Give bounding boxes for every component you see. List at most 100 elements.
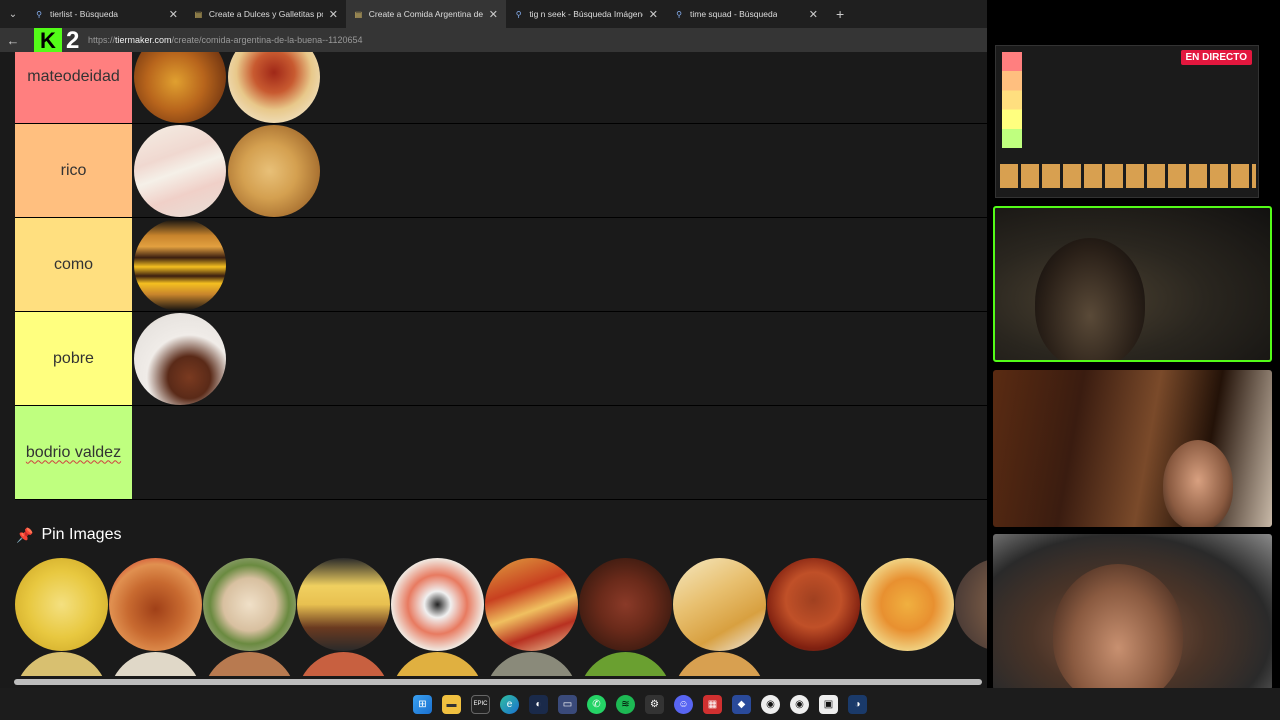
discord-icon[interactable]: ☺ <box>674 694 693 714</box>
kick-k-icon: K <box>34 28 62 54</box>
food-lasagna-image[interactable] <box>485 558 578 651</box>
webcam-1 <box>993 206 1272 362</box>
tab-title: time squad - Búsqueda <box>690 9 778 19</box>
tier-row: mateodeidad <box>15 52 987 124</box>
tab-tierlist[interactable]: ⚲ tierlist - Búsqueda ✕ <box>26 0 186 28</box>
horizontal-scrollbar[interactable] <box>0 676 987 688</box>
tier-label[interactable]: mateodeidad <box>15 52 132 123</box>
vscode-icon[interactable]: ◆ <box>732 694 751 714</box>
remote-desktop-icon[interactable]: ▭ <box>558 694 577 714</box>
food-asado-image[interactable] <box>579 558 672 651</box>
food-spaghetti-image[interactable] <box>228 52 320 123</box>
pin-images-title: Pin Images <box>41 526 122 543</box>
webcam-person <box>1163 440 1233 527</box>
tier-label[interactable]: como <box>15 218 132 311</box>
food-pool-image[interactable] <box>485 652 578 676</box>
search-icon: ⚲ <box>36 9 42 19</box>
tab-dulces[interactable]: ▤ Create a Dulces y Galletitas popul ✕ <box>186 0 346 28</box>
food-empanadas-image[interactable] <box>228 124 320 217</box>
github-desktop-icon[interactable]: ◉ <box>790 694 809 714</box>
food-albondigas-image[interactable] <box>134 312 226 405</box>
tab-title: Create a Comida Argentina de la b <box>368 9 483 19</box>
edge-icon[interactable]: e <box>500 694 519 714</box>
new-tab-icon[interactable]: + <box>826 6 854 22</box>
food-tallarines-image[interactable] <box>15 558 108 651</box>
food-milanesa-image[interactable] <box>673 558 766 651</box>
food-pool-image[interactable] <box>297 652 390 676</box>
pin-icon[interactable]: 📌 <box>16 527 33 544</box>
food-pool-image[interactable] <box>203 652 296 676</box>
tier-label[interactable]: bodrio valdez <box>15 406 132 499</box>
tiermaker-page: mateodeidad rico como pobre bodrio valde… <box>0 52 987 676</box>
tier-row: rico <box>15 124 987 218</box>
store-icon[interactable]: ▦ <box>703 694 722 714</box>
tier-label[interactable]: pobre <box>15 312 132 405</box>
food-pool-image[interactable] <box>109 652 202 676</box>
food-pastel-de-papa-image[interactable] <box>297 558 390 651</box>
tab-title: Create a Dulces y Galletitas popul <box>208 9 323 19</box>
tiermaker-icon: ▤ <box>354 9 363 19</box>
food-noquis-image[interactable] <box>861 558 954 651</box>
preview-tier-list <box>1002 52 1022 148</box>
windows-taskbar: ⊞ ▬ EPIC e ◐ ▭ ✆ ≋ ⚙ ☺ ▦ ◆ ◉ ◉ ▣ ◑ <box>0 688 1280 720</box>
stream-side-panel: EN DIRECTO <box>987 0 1280 690</box>
tier-row: pobre <box>15 312 987 406</box>
tier-row: bodrio valdez <box>15 406 987 500</box>
close-tab-icon[interactable]: ✕ <box>649 8 658 21</box>
image-pool-row <box>15 652 766 676</box>
food-pool-image[interactable] <box>391 652 484 676</box>
close-tab-icon[interactable]: ✕ <box>169 8 178 21</box>
search-icon: ⚲ <box>676 9 682 19</box>
food-pool-image[interactable] <box>15 652 108 676</box>
food-sushi-image[interactable] <box>391 558 484 651</box>
webcam-person <box>1053 564 1183 690</box>
github-icon[interactable]: ◉ <box>761 694 780 714</box>
food-paella-image[interactable] <box>134 52 226 123</box>
tier-row: como <box>15 218 987 312</box>
tier-label[interactable]: rico <box>15 124 132 217</box>
food-locro-image[interactable] <box>767 558 860 651</box>
tab-search-menu-icon[interactable]: ⌄ <box>0 0 26 28</box>
scrollbar-thumb[interactable] <box>14 679 982 685</box>
food-guiso-image[interactable] <box>109 558 202 651</box>
search-icon: ⚲ <box>515 9 522 19</box>
stream-preview: EN DIRECTO <box>995 45 1259 198</box>
close-tab-icon[interactable]: ✕ <box>489 8 498 21</box>
address-bar: ← https://tiermaker.com/create/comida-ar… <box>0 28 987 52</box>
epic-games-icon[interactable]: EPIC <box>471 694 490 714</box>
steam-app-icon[interactable]: ◑ <box>848 694 867 714</box>
pin-images-header: 📌 Pin Images <box>16 526 121 544</box>
live-badge: EN DIRECTO <box>1180 50 1252 65</box>
settings-gear-icon[interactable]: ⚙ <box>645 694 664 714</box>
back-arrow-icon[interactable]: ← <box>0 33 26 48</box>
steam-icon[interactable]: ◐ <box>529 694 548 714</box>
tab-tig-n-seek[interactable]: ⚲ tig n seek - Búsqueda Imágenes ✕ <box>506 0 666 28</box>
food-sandwich-de-miga-image[interactable] <box>134 124 226 217</box>
webcam-3 <box>993 534 1272 690</box>
spotify-icon[interactable]: ≋ <box>616 694 635 714</box>
food-pool-image[interactable] <box>673 652 766 676</box>
webcam-person <box>1035 238 1145 360</box>
food-canelones-image[interactable] <box>203 558 296 651</box>
image-pool-row <box>15 558 987 651</box>
food-pool-image[interactable] <box>579 652 672 676</box>
tab-comida-argentina[interactable]: ▤ Create a Comida Argentina de la b ✕ <box>346 0 506 28</box>
windows-start-icon[interactable]: ⊞ <box>413 694 432 714</box>
kick-logo: K 2 <box>34 27 88 55</box>
tab-time-squad[interactable]: ⚲ time squad - Búsqueda ✕ <box>666 0 826 28</box>
food-hamburguesa-image[interactable] <box>134 218 226 311</box>
food-pool-image[interactable] <box>955 558 987 651</box>
whatsapp-icon[interactable]: ✆ <box>587 694 606 714</box>
preview-image-pool <box>1000 164 1256 188</box>
tab-title: tig n seek - Búsqueda Imágenes <box>529 9 643 19</box>
steam-deck-icon[interactable]: ▣ <box>819 694 838 714</box>
browser-tab-bar: ⌄ ⚲ tierlist - Búsqueda ✕ ▤ Create a Dul… <box>0 0 987 28</box>
close-tab-icon[interactable]: ✕ <box>809 8 818 21</box>
url-field[interactable]: https://tiermaker.com/create/comida-arge… <box>88 35 362 45</box>
tiermaker-icon: ▤ <box>194 9 203 19</box>
tab-title: tierlist - Búsqueda <box>50 9 119 19</box>
close-tab-icon[interactable]: ✕ <box>329 8 338 21</box>
file-explorer-icon[interactable]: ▬ <box>442 694 461 714</box>
webcam-2 <box>993 370 1272 527</box>
logo-number: 2 <box>66 27 80 54</box>
